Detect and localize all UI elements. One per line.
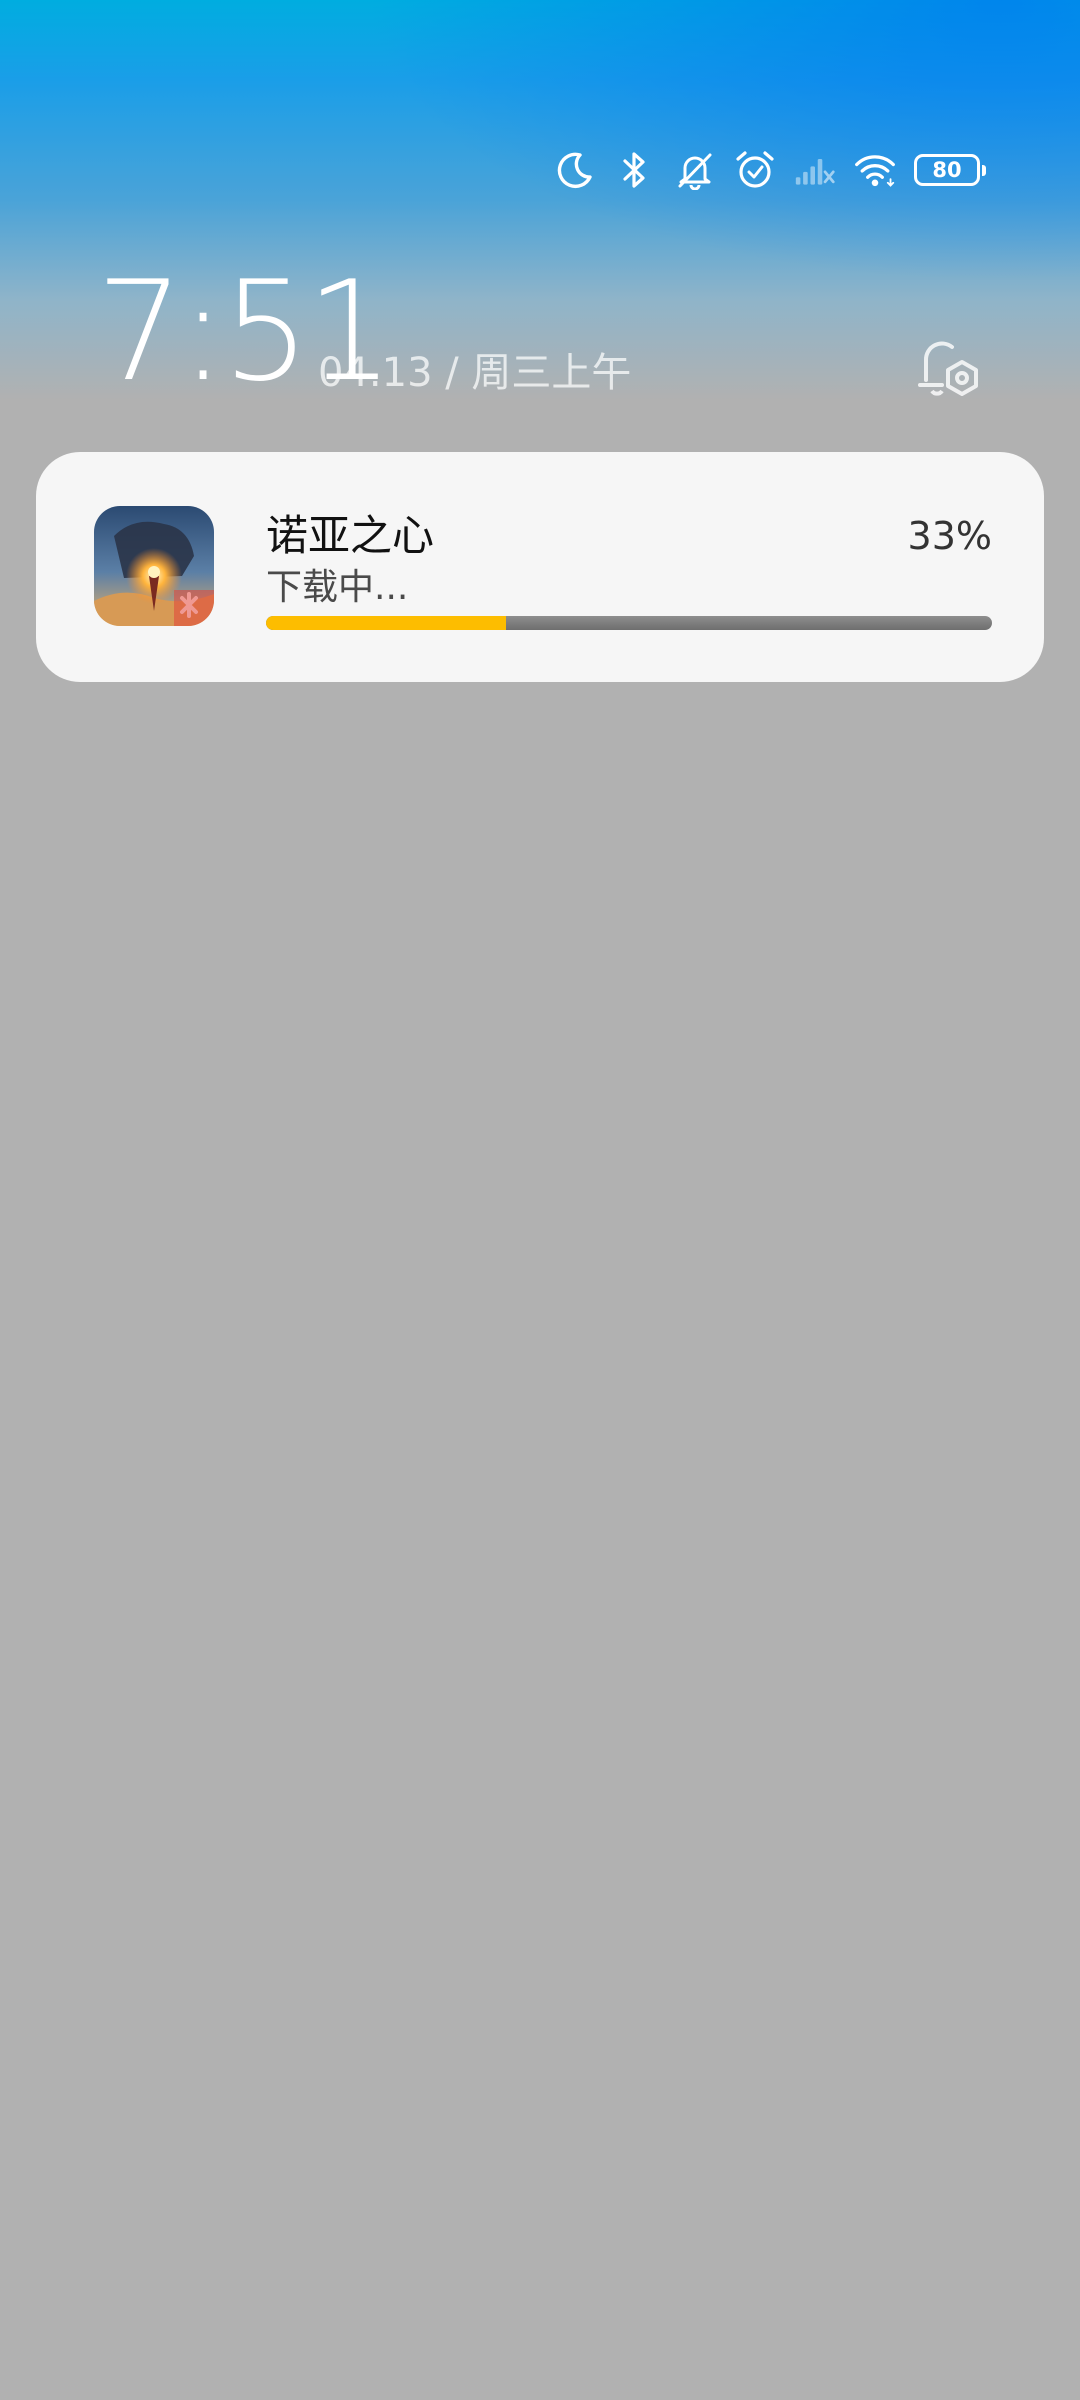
- battery-indicator: 80: [914, 154, 986, 186]
- status-bar: 80: [554, 140, 986, 200]
- bell-off-icon: [674, 149, 716, 191]
- download-progress-bar: [266, 616, 992, 630]
- bell-gear-icon: [918, 341, 978, 396]
- notification-status: 下载中...: [266, 567, 409, 608]
- alarm-icon: [734, 149, 776, 191]
- notification-title: 诺亚之心: [266, 511, 435, 560]
- app-icon: [94, 506, 214, 626]
- lock-screen-date: 04.13 / 周三上午: [318, 350, 632, 396]
- moon-icon: [554, 149, 596, 191]
- download-progress-fill: [266, 616, 506, 630]
- wifi-icon: [854, 149, 896, 191]
- bluetooth-icon: [614, 149, 656, 191]
- download-notification-card[interactable]: 诺亚之心 下载中... 33%: [36, 452, 1044, 682]
- download-percent: 33%: [907, 514, 992, 558]
- signal-no-service-icon: [794, 149, 836, 191]
- notification-settings-button[interactable]: [912, 330, 988, 406]
